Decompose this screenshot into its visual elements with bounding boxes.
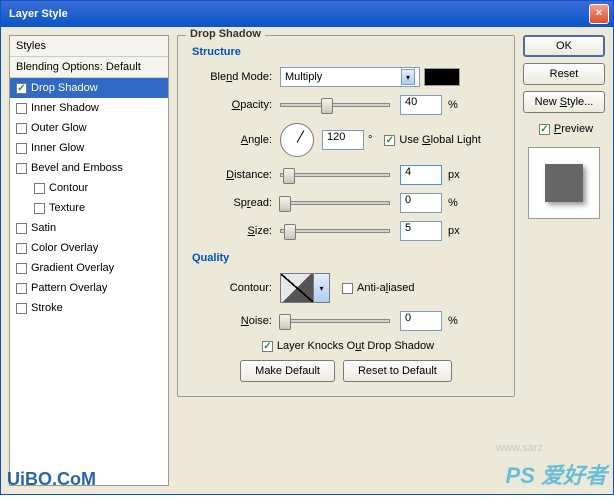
anti-aliased-label: Anti-aliased <box>357 282 415 294</box>
reset-button[interactable]: Reset <box>523 63 605 85</box>
style-contour[interactable]: Contour <box>10 178 168 198</box>
checkbox-icon[interactable] <box>16 103 27 114</box>
distance-slider[interactable] <box>280 173 390 177</box>
checkbox-icon[interactable] <box>16 83 27 94</box>
checkbox-icon[interactable] <box>16 303 27 314</box>
preview-swatch <box>528 147 600 219</box>
global-light-label: Use Global Light <box>399 134 480 146</box>
spread-label: Spread: <box>200 197 272 209</box>
style-label: Drop Shadow <box>31 82 98 94</box>
size-input[interactable]: 5 <box>400 221 442 241</box>
distance-unit: px <box>448 169 460 181</box>
style-gradient-overlay[interactable]: Gradient Overlay <box>10 258 168 278</box>
spread-unit: % <box>448 197 458 209</box>
global-light-checkbox[interactable] <box>384 135 395 146</box>
make-default-button[interactable]: Make Default <box>240 360 335 382</box>
contour-label: Contour: <box>200 282 272 294</box>
ok-button[interactable]: OK <box>523 35 605 57</box>
style-label: Contour <box>49 182 88 194</box>
group-title: Drop Shadow <box>186 28 265 40</box>
preview-inner <box>545 164 583 202</box>
reset-default-button[interactable]: Reset to Default <box>343 360 452 382</box>
style-label: Inner Glow <box>31 142 84 154</box>
spread-input[interactable]: 0 <box>400 193 442 213</box>
size-label: Size: <box>200 225 272 237</box>
size-unit: px <box>448 225 460 237</box>
checkbox-icon[interactable] <box>16 263 27 274</box>
chevron-down-icon[interactable]: ▾ <box>401 69 415 85</box>
opacity-unit: % <box>448 99 458 111</box>
drop-shadow-group: Drop Shadow Structure Blend Mode: Multip… <box>177 35 515 397</box>
new-style-button[interactable]: New Style... <box>523 91 605 113</box>
checkbox-icon[interactable] <box>16 163 27 174</box>
opacity-label: Opacity: <box>200 99 272 111</box>
checkbox-icon[interactable] <box>34 203 45 214</box>
contour-swatch[interactable] <box>280 273 314 303</box>
style-label: Bevel and Emboss <box>31 162 123 174</box>
opacity-input[interactable]: 40 <box>400 95 442 115</box>
styles-panel: Styles Blending Options: Default Drop Sh… <box>9 35 169 486</box>
noise-label: Noise: <box>200 315 272 327</box>
style-label: Texture <box>49 202 85 214</box>
angle-unit: ° <box>368 134 372 146</box>
angle-label: Angle: <box>200 134 272 146</box>
knockout-checkbox[interactable] <box>262 341 273 352</box>
blend-mode-label: Blend Mode: <box>200 71 272 83</box>
style-bevel-emboss[interactable]: Bevel and Emboss <box>10 158 168 178</box>
preview-checkbox[interactable] <box>539 124 550 135</box>
blend-mode-value: Multiply <box>285 71 322 83</box>
style-inner-glow[interactable]: Inner Glow <box>10 138 168 158</box>
distance-input[interactable]: 4 <box>400 165 442 185</box>
style-drop-shadow[interactable]: Drop Shadow <box>10 78 168 98</box>
style-texture[interactable]: Texture <box>10 198 168 218</box>
style-label: Color Overlay <box>31 242 98 254</box>
style-label: Stroke <box>31 302 63 314</box>
noise-unit: % <box>448 315 458 327</box>
window-title: Layer Style <box>5 8 68 20</box>
blending-options[interactable]: Blending Options: Default <box>10 57 168 78</box>
style-inner-shadow[interactable]: Inner Shadow <box>10 98 168 118</box>
structure-title: Structure <box>192 46 500 58</box>
style-color-overlay[interactable]: Color Overlay <box>10 238 168 258</box>
opacity-slider[interactable] <box>280 103 390 107</box>
checkbox-icon[interactable] <box>16 223 27 234</box>
style-pattern-overlay[interactable]: Pattern Overlay <box>10 278 168 298</box>
style-label: Satin <box>31 222 56 234</box>
style-label: Inner Shadow <box>31 102 99 114</box>
preview-label: Preview <box>554 123 593 135</box>
checkbox-icon[interactable] <box>16 283 27 294</box>
distance-label: Distance: <box>200 169 272 181</box>
noise-input[interactable]: 0 <box>400 311 442 331</box>
spread-slider[interactable] <box>280 201 390 205</box>
titlebar[interactable]: Layer Style × <box>1 1 613 27</box>
style-label: Gradient Overlay <box>31 262 114 274</box>
knockout-label: Layer Knocks Out Drop Shadow <box>277 340 434 352</box>
style-label: Pattern Overlay <box>31 282 107 294</box>
styles-header[interactable]: Styles <box>10 36 168 57</box>
checkbox-icon[interactable] <box>16 123 27 134</box>
style-stroke[interactable]: Stroke <box>10 298 168 318</box>
angle-input[interactable]: 120 <box>322 130 364 150</box>
checkbox-icon[interactable] <box>16 243 27 254</box>
checkbox-icon[interactable] <box>16 143 27 154</box>
close-icon[interactable]: × <box>589 4 609 24</box>
angle-dial[interactable] <box>280 123 314 157</box>
size-slider[interactable] <box>280 229 390 233</box>
checkbox-icon[interactable] <box>34 183 45 194</box>
style-label: Outer Glow <box>31 122 87 134</box>
contour-dropdown-icon[interactable]: ▾ <box>314 273 330 303</box>
noise-slider[interactable] <box>280 319 390 323</box>
anti-aliased-checkbox[interactable] <box>342 283 353 294</box>
style-outer-glow[interactable]: Outer Glow <box>10 118 168 138</box>
blend-mode-select[interactable]: Multiply ▾ <box>280 67 420 87</box>
style-satin[interactable]: Satin <box>10 218 168 238</box>
shadow-color-swatch[interactable] <box>424 68 460 86</box>
quality-title: Quality <box>192 252 500 264</box>
